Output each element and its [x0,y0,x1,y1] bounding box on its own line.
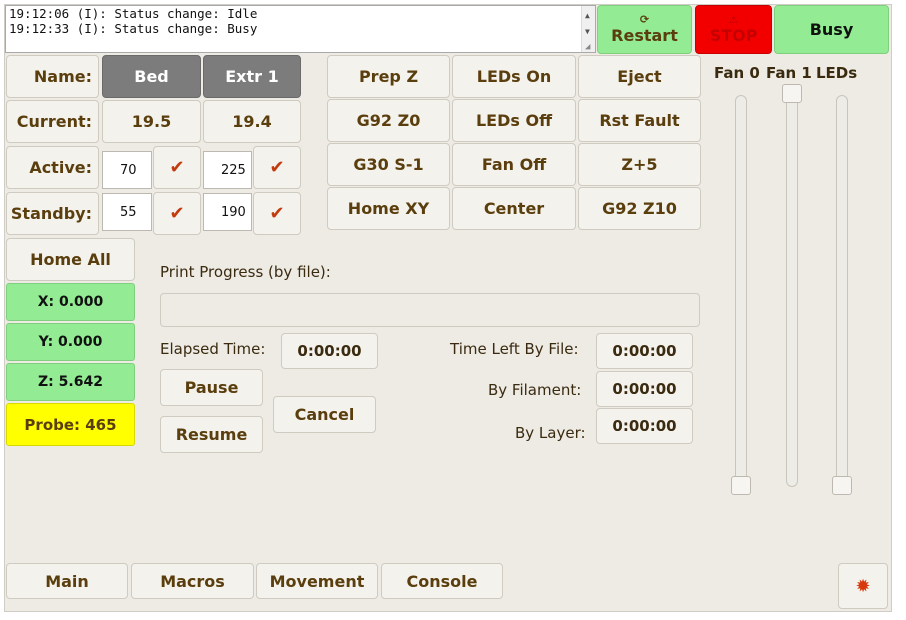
stop-button[interactable]: ⚠ STOP [695,5,772,54]
scroll-down-icon[interactable]: ▼ [585,25,590,40]
macro-button[interactable]: G30 S-1 [327,143,450,186]
elapsed-time-label: Elapsed Time: [160,340,266,358]
status-indicator: Busy [774,5,889,54]
macro-button[interactable]: Prep Z [327,55,450,98]
resize-grip-icon[interactable]: ◢ [585,40,590,55]
scroll-up-icon[interactable]: ▲ [585,9,590,24]
log-line: 19:12:06 (I): Status change: Idle [9,6,258,21]
time-left-layer-value: 0:00:00 [596,408,693,444]
extr1-standby-input[interactable]: 190 [203,193,252,231]
heater-current-label: Current: [6,100,99,143]
time-left-file-value: 0:00:00 [596,333,693,369]
stop-label: STOP [709,25,758,45]
restart-icon: ⟳ [639,13,650,26]
probe-value: Probe: 465 [6,403,135,446]
extr1-active-input[interactable]: 225 [203,151,252,189]
fan0-slider-thumb[interactable] [731,476,751,495]
heater-bed-button[interactable]: Bed [102,55,201,98]
macro-button[interactable]: LEDs On [452,55,576,98]
macro-button[interactable]: LEDs Off [452,99,576,142]
extr1-active-check-icon[interactable]: ✔ [253,146,301,189]
warning-icon: ⚠ [729,14,738,26]
macro-button[interactable]: Center [452,187,576,230]
time-left-filament-value: 0:00:00 [596,371,693,407]
tab-console[interactable]: Console [381,563,503,599]
fan0-slider[interactable] [735,95,747,487]
restart-label: Restart [611,26,678,45]
settings-gear-icon[interactable]: ✹ [838,563,888,609]
time-left-file-label: Time Left By File: [450,340,579,358]
bed-active-input[interactable]: 70 [102,151,152,189]
leds-slider-thumb[interactable] [832,476,852,495]
tab-movement[interactable]: Movement [256,563,378,599]
log-panel[interactable]: 19:12:06 (I): Status change: Idle 19:12:… [5,5,596,53]
fan1-label: Fan 1 [766,64,812,82]
log-scrollbar[interactable]: ▲ ▼ ◢ [581,6,595,52]
fan0-label: Fan 0 [714,64,760,82]
bed-standby-check-icon[interactable]: ✔ [153,192,201,235]
extr1-current-temp: 19.4 [203,100,301,143]
extr1-standby-check-icon[interactable]: ✔ [253,192,301,235]
bed-current-temp: 19.5 [102,100,201,143]
macro-button[interactable]: Z+5 [578,143,701,186]
y-position: Y: 0.000 [6,323,135,361]
heater-extr1-button[interactable]: Extr 1 [203,55,301,98]
log-line: 19:12:33 (I): Status change: Busy [9,20,258,36]
heater-name-label: Name: [6,55,99,98]
elapsed-time-value: 0:00:00 [281,333,378,369]
leds-label: LEDs [816,64,858,82]
heater-active-label: Active: [6,146,99,189]
home-all-button[interactable]: Home All [6,238,135,281]
macro-button[interactable]: Fan Off [452,143,576,186]
time-left-filament-label: By Filament: [488,381,582,399]
print-progress-bar [160,293,700,327]
macro-button[interactable]: Home XY [327,187,450,230]
pause-button[interactable]: Pause [160,369,263,406]
z-position: Z: 5.642 [6,363,135,401]
cancel-button[interactable]: Cancel [273,396,376,433]
print-progress-label: Print Progress (by file): [160,263,331,281]
x-position: X: 0.000 [6,283,135,321]
time-left-layer-label: By Layer: [515,424,586,442]
restart-button[interactable]: ⟳ Restart [597,5,692,54]
bed-active-check-icon[interactable]: ✔ [153,146,201,189]
macro-button[interactable]: Rst Fault [578,99,701,142]
tab-macros[interactable]: Macros [131,563,254,599]
heater-standby-label: Standby: [6,192,99,235]
fan1-slider[interactable] [786,95,798,487]
macro-button[interactable]: Eject [578,55,701,98]
tab-main[interactable]: Main [6,563,128,599]
macro-button[interactable]: G92 Z0 [327,99,450,142]
macro-button[interactable]: G92 Z10 [578,187,701,230]
leds-slider[interactable] [836,95,848,487]
fan1-slider-thumb[interactable] [782,84,802,103]
bed-standby-input[interactable]: 55 [102,193,152,231]
resume-button[interactable]: Resume [160,416,263,453]
